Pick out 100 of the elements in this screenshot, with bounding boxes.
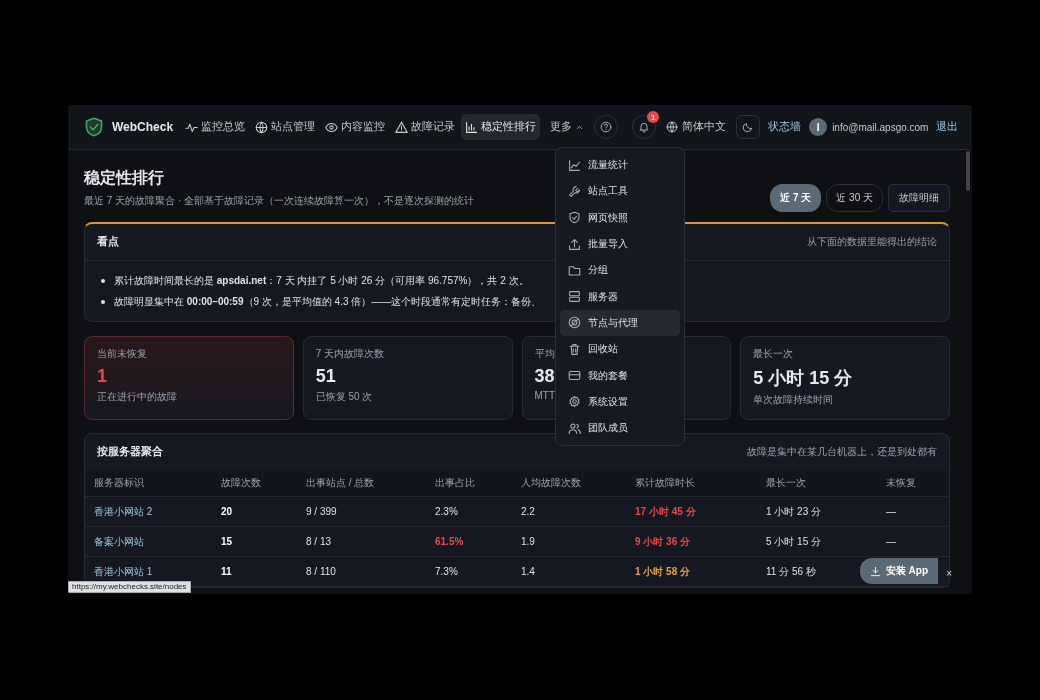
trash-icon: [568, 342, 581, 356]
menu-item[interactable]: 站点工具: [560, 178, 680, 205]
table-cell: —: [886, 536, 896, 547]
status-url-tooltip: https://my.webchecks.site/nodes: [68, 581, 191, 593]
table-cell: 2.2: [521, 506, 535, 517]
range-tab[interactable]: 近 7 天: [770, 184, 822, 212]
install-app-button[interactable]: 安装 App: [859, 558, 938, 584]
page-title: 稳定性排行: [84, 168, 165, 188]
range-tab[interactable]: 近 30 天: [826, 184, 883, 212]
line-chart-icon: [568, 158, 581, 172]
download-icon: [869, 565, 881, 577]
logout-link[interactable]: 退出: [936, 120, 959, 134]
menu-item[interactable]: 网页快照: [560, 204, 680, 231]
nav-tab[interactable]: 稳定性排行: [461, 114, 541, 140]
upload-icon: [568, 237, 581, 251]
fault-details-button[interactable]: 故障明细: [888, 184, 950, 212]
nav-tab[interactable]: 监控总览: [181, 114, 250, 140]
server-link[interactable]: 香港小网站 1: [94, 564, 153, 579]
brand-name: WebCheck: [112, 120, 174, 134]
stat-value: 51: [315, 366, 336, 387]
nav-tab[interactable]: 站点管理: [251, 114, 320, 140]
menu-item[interactable]: 流量统计: [560, 152, 680, 179]
table-cell: 61.5%: [435, 536, 464, 547]
server-link[interactable]: 备案小网站: [94, 534, 144, 549]
column-header: 出事占比: [435, 476, 475, 490]
stat-caption: 已恢复 50 次: [315, 390, 373, 404]
column-header: 未恢复: [886, 476, 916, 490]
stat-value: 1: [97, 366, 107, 387]
eye-icon: [325, 120, 339, 134]
scrollbar[interactable]: [966, 151, 970, 191]
table-cell: 5 小时 15 分: [766, 534, 822, 549]
table-cell: 9 / 399: [306, 506, 337, 517]
theme-toggle[interactable]: [736, 115, 761, 139]
menu-item[interactable]: 系统设置: [560, 388, 680, 415]
network-icon: [568, 316, 581, 330]
table-cell: 15: [221, 536, 233, 547]
page-subtitle: 最近 7 天的故障聚合 · 全部基于故障记录（一次连续故障算一次），不是逐次探测的统计: [84, 194, 474, 208]
stat-label: 最长一次: [753, 347, 794, 361]
stat-caption: MTT: [534, 390, 556, 401]
status-wall-link[interactable]: 状态墙: [768, 120, 802, 134]
close-button[interactable]: ×: [946, 568, 952, 579]
table-cell: 11 分 56 秒: [766, 564, 816, 579]
user-email: info@mail.apsgo.com: [832, 121, 929, 133]
menu-item[interactable]: 我的套餐: [560, 362, 680, 389]
menu-item[interactable]: 团队成员: [560, 414, 680, 442]
moon-icon: [742, 121, 755, 133]
column-header: 服务器标识: [94, 476, 144, 490]
card-title: 看点: [97, 235, 119, 249]
table-cell: 20: [221, 506, 233, 517]
table-cell: 11: [221, 566, 232, 577]
menu-item[interactable]: 回收站: [560, 336, 680, 363]
table-cell: 2.3%: [435, 506, 458, 517]
card-icon: [568, 369, 581, 382]
globe-icon: [255, 120, 269, 134]
wrench-icon: [568, 184, 581, 198]
menu-item[interactable]: 分组: [560, 257, 680, 284]
stat-label: 7 天内故障次数: [315, 347, 385, 361]
table-cell: 1 小时 58 分: [635, 564, 691, 579]
shield-check-icon: [568, 211, 581, 225]
stat-label: 当前未恢复: [97, 347, 147, 361]
warning-icon: [395, 120, 409, 134]
server-icon: [568, 290, 581, 304]
table-cell: 8 / 110: [306, 566, 336, 577]
nav-tab[interactable]: 内容监控: [321, 114, 390, 140]
table-cell: 17 小时 45 分: [635, 504, 696, 519]
users-icon: [568, 421, 581, 435]
notification-badge: 1: [647, 111, 660, 123]
more-menu-button[interactable]: 更多: [546, 114, 589, 140]
column-header: 累计故障时长: [635, 476, 695, 490]
table-cell: 1.4: [521, 566, 535, 577]
stat-caption: 正在进行中的故障: [97, 390, 177, 404]
column-header: 故障次数: [221, 476, 261, 490]
menu-item[interactable]: 批量导入: [560, 230, 680, 258]
bar-chart-icon: [465, 120, 479, 134]
card-note: 从下面的数据里能得出的结论: [807, 235, 937, 249]
stat-caption: 单次故障持续时间: [753, 393, 834, 407]
card-note: 故障是集中在某几台机器上，还是到处都有: [747, 445, 937, 459]
column-header: 最长一次: [766, 476, 806, 490]
stat-label: 平均: [534, 347, 555, 361]
globe-icon: [666, 121, 679, 133]
table-cell: 9 小时 36 分: [635, 534, 691, 549]
highlight-item: 累计故障时间最长的是 apsdai.net：7 天 内挂了 5 小时 26 分（可用率 96.757%），共 2 次。: [114, 273, 529, 288]
folder-icon: [568, 263, 581, 277]
bullet-icon: [101, 299, 105, 304]
nav-tab[interactable]: 故障记录: [391, 114, 460, 140]
bell-icon: [638, 121, 651, 133]
menu-item[interactable]: 节点与代理: [560, 309, 680, 337]
card-title: 按服务器聚合: [97, 445, 163, 459]
menu-item[interactable]: 服务器: [560, 283, 680, 310]
table-cell: 8 / 13: [306, 536, 332, 547]
column-header: 出事站点 / 总数: [306, 476, 375, 490]
server-link[interactable]: 香港小网站 2: [94, 504, 153, 519]
shield-check-icon: [84, 117, 104, 137]
language-button[interactable]: 简体中文: [666, 120, 727, 134]
table-cell: —: [886, 506, 896, 517]
column-header: 人均故障次数: [521, 476, 581, 490]
gear-icon: [568, 395, 581, 409]
table-cell: 7.3%: [435, 566, 458, 577]
help-icon: [600, 121, 613, 133]
highlight-item: 故障明显集中在 00:00–00:59（9 次，是平均值的 4.3 倍）——这个时段通常有定时任务：备份、: [114, 294, 542, 309]
